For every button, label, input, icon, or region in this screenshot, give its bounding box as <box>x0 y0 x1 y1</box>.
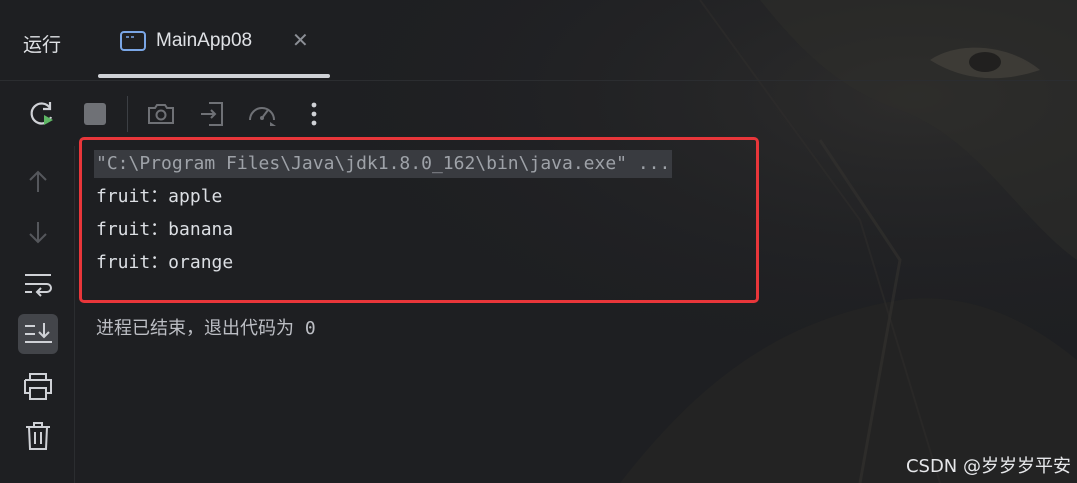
exit-to-icon[interactable] <box>196 98 228 130</box>
toolbar-separator <box>127 96 128 132</box>
active-tab-indicator <box>98 74 330 78</box>
scroll-to-end-button[interactable] <box>18 314 58 354</box>
soft-wrap-icon[interactable] <box>18 264 58 304</box>
more-options-icon[interactable] <box>298 98 330 130</box>
stop-icon[interactable] <box>79 98 111 130</box>
scroll-to-end-icon <box>25 323 52 343</box>
run-panel-header: 运行 MainApp08 ✕ <box>0 0 1077 81</box>
header-divider <box>0 80 1077 81</box>
tab-mainapp08[interactable]: MainApp08 ✕ <box>98 16 330 80</box>
run-toolbar <box>0 92 340 136</box>
camera-icon[interactable] <box>145 98 177 130</box>
rerun-icon[interactable] <box>26 98 58 130</box>
console-sidebar <box>0 146 75 483</box>
run-panel-title: 运行 <box>23 34 62 56</box>
trash-icon[interactable] <box>18 416 58 456</box>
print-icon[interactable] <box>18 366 58 406</box>
scroll-down-icon[interactable] <box>18 212 58 252</box>
highlight-annotation-box <box>79 137 759 303</box>
close-icon[interactable]: ✕ <box>292 28 309 52</box>
scroll-up-icon[interactable] <box>18 162 58 202</box>
tab-label: MainApp08 <box>156 30 253 51</box>
watermark: CSDN @岁岁岁平安 <box>905 456 1071 477</box>
exit-message: 进程已结束，退出代码为 0 <box>96 318 316 339</box>
console-window-icon <box>120 31 146 51</box>
profiler-gauge-icon[interactable] <box>246 98 278 130</box>
